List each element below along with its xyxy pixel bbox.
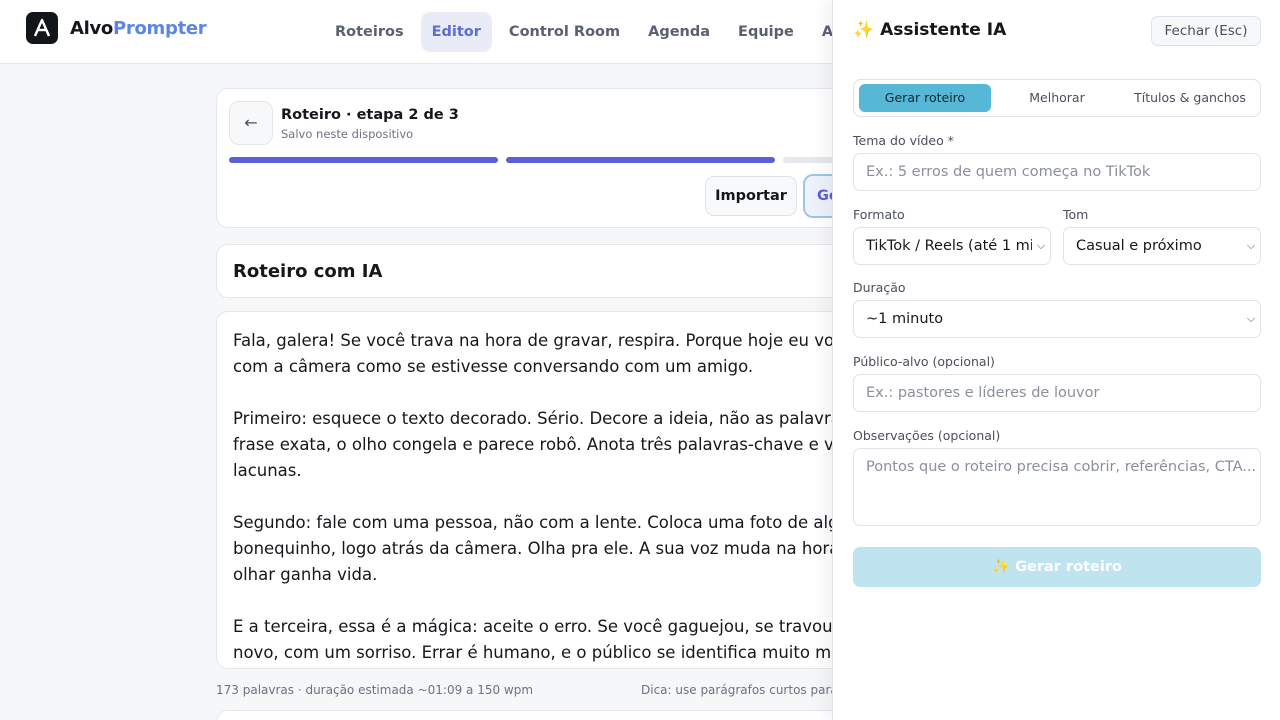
word-count-status: 173 palavras · duração estimada ~01:09 a…	[216, 683, 534, 697]
brand-name-part1: Alvo	[70, 18, 114, 39]
tone-select[interactable]: Casual e próximo ⌵	[1063, 227, 1261, 265]
topic-label: Tema do vídeo *	[853, 133, 954, 148]
step-title: Roteiro · etapa 2 de 3	[281, 107, 459, 123]
duration-value: ~1 minuto	[866, 311, 944, 327]
tab-gerar-roteiro[interactable]: Gerar roteiro	[859, 84, 991, 112]
duration-label: Duração	[853, 280, 906, 295]
save-status: Salvo neste dispositivo	[281, 127, 414, 141]
ai-script-section: Roteiro com IA	[216, 244, 916, 298]
format-value: TikTok / Reels (até 1 min)	[866, 238, 1049, 254]
script-paragraph: E a terceira, essa é a mágica: aceite o …	[233, 617, 879, 662]
topic-input[interactable]: Ex.: 5 erros de quem começa no TikTok	[853, 153, 1261, 191]
back-button[interactable]: ←	[229, 101, 273, 145]
nav-item-equipe[interactable]: Equipe	[727, 12, 805, 52]
assistant-tabs: Gerar roteiro Melhorar Títulos & ganchos	[853, 79, 1261, 117]
panel-title: ✨ Assistente IA	[853, 20, 1007, 40]
tab-titulos-ganchos[interactable]: Títulos & ganchos	[1123, 84, 1257, 112]
audience-input[interactable]: Ex.: pastores e líderes de louvor	[853, 374, 1261, 412]
script-paragraph: Fala, galera! Se você trava na hora de g…	[233, 331, 915, 376]
section-title: Roteiro com IA	[233, 261, 383, 282]
tone-value: Casual e próximo	[1076, 238, 1202, 254]
tone-label: Tom	[1063, 207, 1089, 222]
editor-tip: Dica: use parágrafos curtos para	[641, 683, 838, 697]
notes-textarea[interactable]: Pontos que o roteiro precisa cobrir, ref…	[853, 448, 1261, 526]
nav-item-agenda[interactable]: Agenda	[637, 12, 721, 52]
progress-step-1	[229, 157, 498, 163]
script-paragraph: Segundo: fale com uma pessoa, não com a …	[233, 513, 879, 584]
ai-assistant-panel: ✨ Assistente IA Fechar (Esc) Gerar rotei…	[832, 0, 1280, 720]
chevron-down-icon: ⌵	[1242, 228, 1260, 264]
import-button[interactable]: Importar	[705, 176, 797, 216]
tab-melhorar[interactable]: Melhorar	[991, 84, 1123, 112]
script-stepper-card: ← Roteiro · etapa 2 de 3 Salvo neste dis…	[216, 88, 1052, 228]
notes-placeholder: Pontos que o roteiro precisa cobrir, ref…	[866, 459, 1257, 475]
script-paragraph: Primeiro: esquece o texto decorado. Séri…	[233, 409, 881, 480]
topic-placeholder: Ex.: 5 erros de quem começa no TikTok	[866, 164, 1151, 180]
arrow-left-icon: ←	[244, 113, 258, 132]
audience-placeholder: Ex.: pastores e líderes de louvor	[866, 385, 1100, 401]
close-panel-button[interactable]: Fechar (Esc)	[1151, 16, 1261, 46]
script-editor[interactable]: Fala, galera! Se você trava na hora de g…	[216, 311, 916, 669]
duration-select[interactable]: ~1 minuto ⌵	[853, 300, 1261, 338]
main-nav: Roteiros Editor Control Room Agenda Equi…	[324, 12, 892, 52]
chevron-down-icon: ⌵	[1032, 228, 1050, 264]
nav-item-control-room[interactable]: Control Room	[498, 12, 631, 52]
nav-item-editor[interactable]: Editor	[420, 12, 492, 52]
brand-name[interactable]: AlvoPrompter	[70, 18, 207, 39]
next-section-card	[216, 710, 916, 720]
logo-icon[interactable]	[26, 12, 58, 44]
format-label: Formato	[853, 207, 905, 222]
script-text: Fala, galera! Se você trava na hora de g…	[233, 328, 915, 668]
format-select[interactable]: TikTok / Reels (até 1 min) ⌵	[853, 227, 1051, 265]
notes-label: Observações (opcional)	[853, 428, 1001, 443]
nav-item-roteiros[interactable]: Roteiros	[324, 12, 415, 52]
brand-name-part2: Prompter	[113, 18, 207, 39]
progress-step-2	[506, 157, 775, 163]
generate-script-button[interactable]: ✨ Gerar roteiro	[853, 547, 1261, 587]
chevron-down-icon: ⌵	[1242, 301, 1260, 337]
audience-label: Público-alvo (opcional)	[853, 354, 995, 369]
